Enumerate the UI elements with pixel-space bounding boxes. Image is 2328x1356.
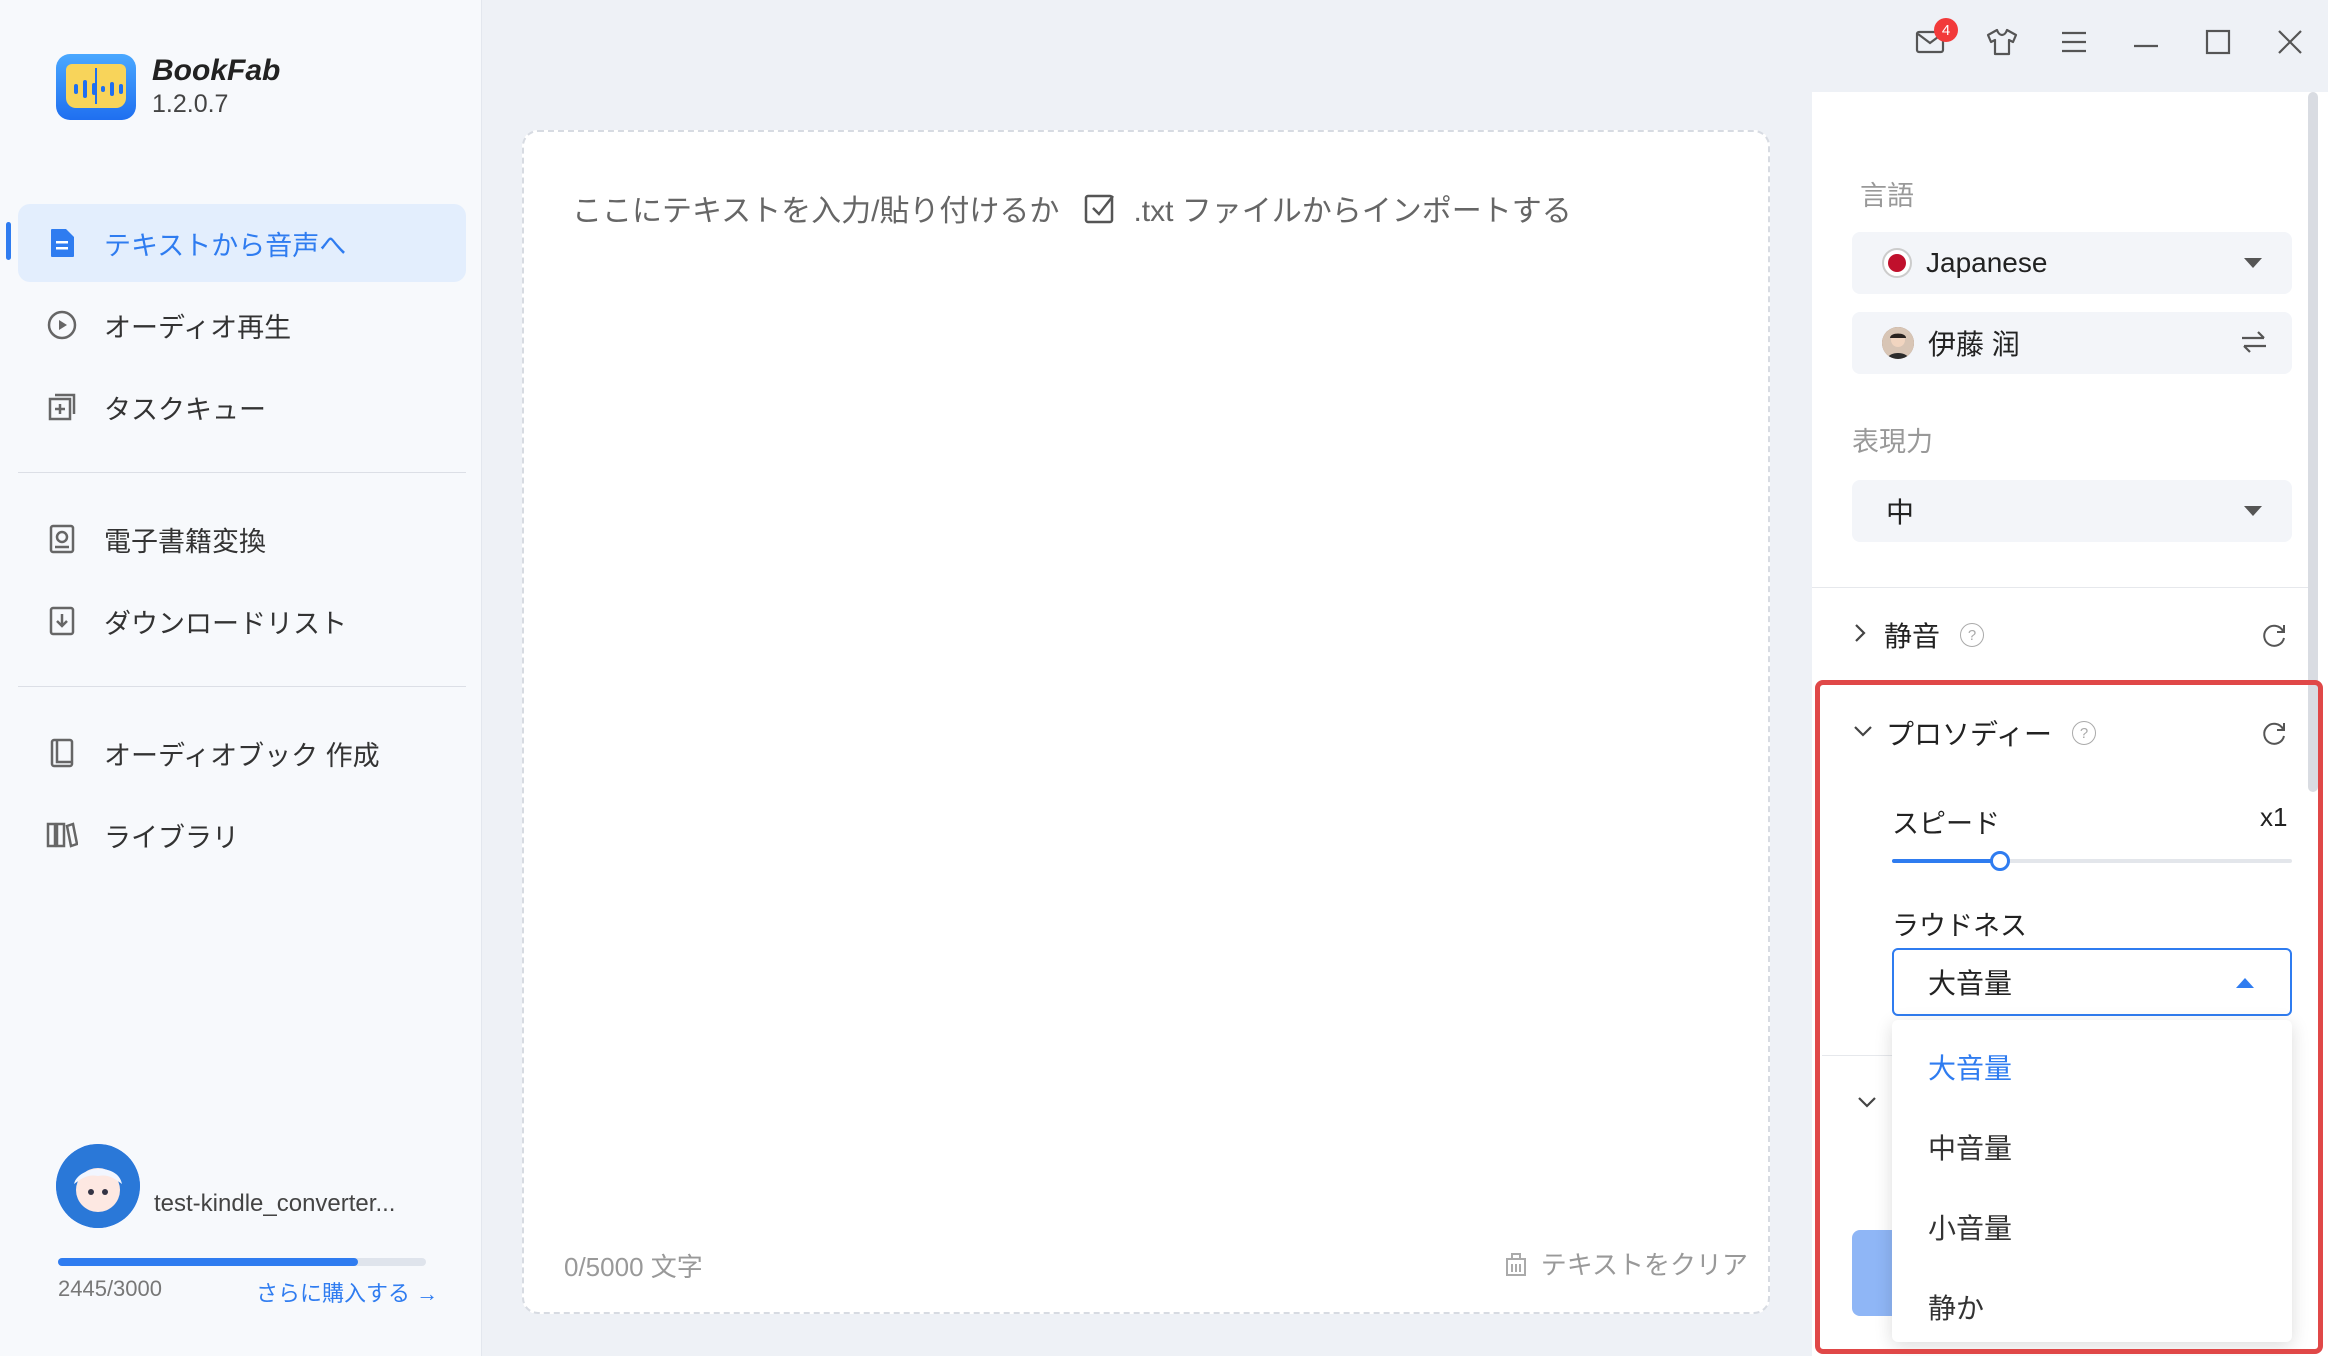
app-logo xyxy=(56,54,136,120)
play-circle-icon xyxy=(44,307,80,343)
language-label: 言語 xyxy=(1860,181,1914,211)
app-version: 1.2.0.7 xyxy=(152,90,229,118)
audiobook-icon xyxy=(44,735,80,771)
quota-progress-bar xyxy=(58,1258,426,1266)
japan-flag-icon xyxy=(1882,248,1912,278)
minimize-button[interactable] xyxy=(2124,22,2168,66)
loudness-value: 大音量 xyxy=(1928,968,2013,999)
close-button[interactable] xyxy=(2268,22,2312,66)
speed-slider-thumb[interactable] xyxy=(1990,851,2010,871)
queue-icon xyxy=(44,389,80,425)
loudness-option[interactable]: 中音量 xyxy=(1892,1112,2292,1182)
chevron-down-icon xyxy=(1852,723,1874,744)
loudness-select[interactable]: 大音量 xyxy=(1892,948,2292,1016)
expressiveness-value: 中 xyxy=(1886,497,1915,528)
minimize-icon xyxy=(2133,35,2159,53)
nav-label: ダウンロードリスト xyxy=(104,608,347,639)
nav-label: オーディオ再生 xyxy=(104,312,292,343)
speed-slider[interactable] xyxy=(1892,851,2292,871)
chevron-down-icon xyxy=(2244,506,2262,516)
ebook-icon xyxy=(44,521,80,557)
voice-avatar xyxy=(1882,327,1914,359)
speed-slider-fill xyxy=(1892,859,2000,863)
maximize-icon xyxy=(2205,29,2231,60)
speed-label: スピード xyxy=(1892,809,2000,839)
chevron-down-icon xyxy=(2244,258,2262,268)
nav-item-ebook-conversion[interactable]: 電子書籍変換 xyxy=(18,500,466,578)
loudness-label: ラウドネス xyxy=(1892,911,2027,941)
silence-section-header[interactable]: 静音 ? xyxy=(1852,610,2292,660)
loudness-option[interactable]: 大音量 xyxy=(1892,1032,2292,1102)
nav-item-task-queue[interactable]: タスクキュー xyxy=(18,368,466,446)
nav-item-library[interactable]: ライブラリ xyxy=(18,796,466,874)
loudness-option[interactable]: 静か xyxy=(1892,1272,2292,1342)
language-value: Japanese xyxy=(1926,247,2048,278)
settings-scrollbar[interactable] xyxy=(2308,92,2318,792)
help-icon[interactable]: ? xyxy=(2072,721,2097,745)
close-icon xyxy=(2277,29,2303,60)
nav-label: オーディオブック 作成 xyxy=(104,740,380,771)
menu-button[interactable] xyxy=(2052,22,2096,66)
loudness-option[interactable]: 小音量 xyxy=(1892,1192,2292,1262)
sidebar: BookFab 1.2.0.7 テキストから音声へ オーディオ再生 タスクキュー… xyxy=(0,0,482,1356)
nav-label: タスクキュー xyxy=(104,394,266,425)
nav-item-download-list[interactable]: ダウンロードリスト xyxy=(18,582,466,660)
nav-label: 電子書籍変換 xyxy=(104,526,266,557)
editor-placeholder: ここにテキストを入力/貼り付けるか .txt ファイルからインポートする xyxy=(572,186,1572,230)
active-nav-indicator xyxy=(6,222,11,260)
nav-divider xyxy=(18,686,466,687)
expressiveness-label: 表現力 xyxy=(1852,427,1933,457)
chevron-right-icon xyxy=(1852,622,1868,649)
buy-more-link[interactable]: さらに購入する → xyxy=(256,1276,438,1308)
quota-progress-fill xyxy=(58,1258,358,1266)
mail-badge: 4 xyxy=(1934,18,1958,42)
loudness-dropdown: 大音量 中音量 小音量 静か xyxy=(1892,1020,2292,1342)
nav-divider xyxy=(18,472,466,473)
nav-item-audio-playback[interactable]: オーディオ再生 xyxy=(18,286,466,364)
language-select[interactable]: Japanese xyxy=(1852,232,2292,294)
speed-value: x1 xyxy=(2260,802,2288,832)
character-count: 0/5000 文字 xyxy=(564,1252,703,1282)
reset-icon[interactable] xyxy=(2260,720,2288,748)
shirt-icon xyxy=(1986,28,2018,61)
reset-icon[interactable] xyxy=(2260,622,2288,650)
menu-icon xyxy=(2060,30,2088,59)
app-name: BookFab xyxy=(152,54,281,87)
panel-divider xyxy=(1822,1055,1892,1056)
import-file-icon[interactable] xyxy=(1083,190,1119,226)
clear-text-label: テキストをクリア xyxy=(1540,1250,1748,1280)
nav-item-text-to-speech[interactable]: テキストから音声へ xyxy=(18,204,466,282)
panel-divider xyxy=(1812,587,2308,588)
help-icon[interactable]: ? xyxy=(1960,623,1985,647)
prosody-section-header[interactable]: プロソディー ? xyxy=(1852,708,2292,758)
import-txt-link[interactable]: .txt ファイルからインポートする xyxy=(1133,186,1571,230)
placeholder-text: ここにテキストを入力/貼り付けるか xyxy=(572,195,1060,228)
text-editor[interactable]: ここにテキストを入力/貼り付けるか .txt ファイルからインポートする 0/5… xyxy=(522,130,1770,1314)
prosody-title: プロソディー xyxy=(1886,719,2053,750)
quota-text: 2445/3000 xyxy=(58,1276,162,1301)
voice-select[interactable]: 伊藤 润 xyxy=(1852,312,2292,374)
swap-icon[interactable] xyxy=(2240,330,2268,359)
chevron-up-icon xyxy=(2236,978,2254,988)
user-avatar[interactable] xyxy=(56,1144,140,1228)
chevron-down-icon[interactable] xyxy=(1856,1094,1878,1115)
download-icon xyxy=(44,603,80,639)
clear-icon xyxy=(1501,1249,1531,1279)
nav-label: テキストから音声へ xyxy=(104,230,347,261)
mail-button[interactable]: 4 xyxy=(1908,18,1958,66)
silence-title: 静音 xyxy=(1884,621,1941,652)
clear-text-button[interactable]: テキストをクリア xyxy=(1501,1245,1748,1282)
voice-value: 伊藤 润 xyxy=(1928,329,2020,360)
maximize-button[interactable] xyxy=(2196,22,2240,66)
skin-button[interactable] xyxy=(1980,22,2024,66)
document-icon xyxy=(44,225,80,261)
expressiveness-select[interactable]: 中 xyxy=(1852,480,2292,542)
nav-label: ライブラリ xyxy=(104,822,239,853)
library-icon xyxy=(44,817,80,853)
nav-item-audiobook-create[interactable]: オーディオブック 作成 xyxy=(18,714,466,792)
user-name: test-kindle_converter... xyxy=(154,1190,396,1217)
